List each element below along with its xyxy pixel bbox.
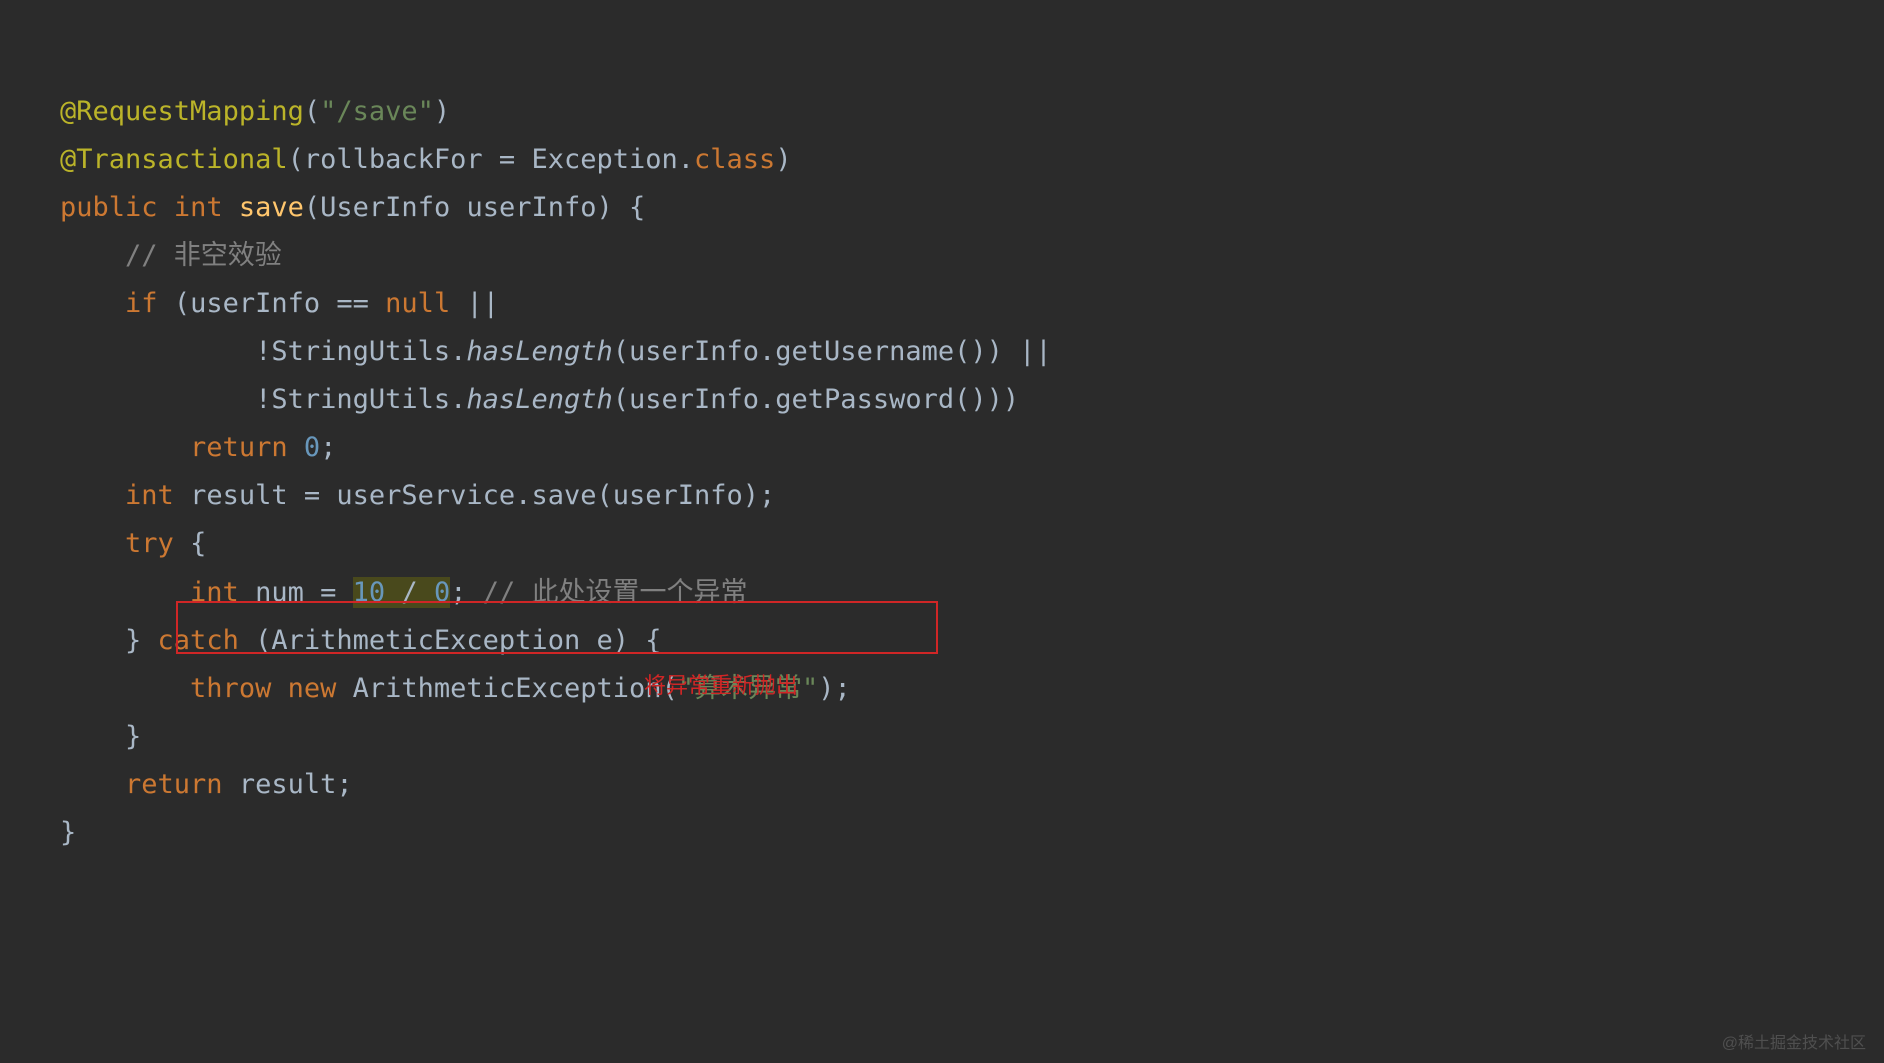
indent	[60, 288, 125, 319]
call-args: (userInfo.getPassword()))	[613, 384, 1019, 415]
close: );	[818, 673, 851, 704]
number: 0	[304, 432, 320, 463]
annotation-note: 将异常重新抛出	[644, 668, 798, 700]
indent	[60, 673, 190, 704]
keyword: return	[190, 432, 288, 463]
dot: .	[450, 384, 466, 415]
indent	[60, 432, 190, 463]
static-method: hasLength	[466, 336, 612, 367]
static-method: hasLength	[466, 384, 612, 415]
keyword: null	[385, 288, 450, 319]
keyword: try	[125, 528, 174, 559]
annotation-name: Transactional	[76, 144, 287, 175]
paren: (	[304, 96, 320, 127]
code-editor-view: @RequestMapping("/save") @Transactional(…	[0, 0, 1884, 897]
keyword: int	[174, 192, 223, 223]
code-line: try {	[60, 528, 206, 559]
space	[369, 288, 385, 319]
indent	[60, 384, 255, 415]
code-line: @RequestMapping("/save")	[60, 96, 450, 127]
indent	[60, 480, 125, 511]
indent	[60, 240, 125, 271]
paren: (	[304, 192, 320, 223]
paren: )	[597, 192, 613, 223]
semi: ;	[320, 432, 336, 463]
code-line: }	[60, 817, 76, 848]
keyword: return	[125, 769, 223, 800]
attr-name: rollbackFor	[304, 144, 483, 175]
brace: }	[125, 721, 141, 752]
code-line: !StringUtils.hasLength(userInfo.getPassw…	[60, 384, 1019, 415]
space	[223, 192, 239, 223]
annotation-at: @	[60, 96, 76, 127]
code-line: public int save(UserInfo userInfo) {	[60, 192, 645, 223]
code-line: // 非空效验	[60, 240, 282, 271]
param-name: userInfo	[466, 192, 596, 223]
class-name: Exception	[531, 144, 677, 175]
annotation-at: @	[60, 144, 76, 175]
method-name: save	[239, 192, 304, 223]
space	[158, 288, 174, 319]
indent	[60, 721, 125, 752]
comment: // 非空效验	[125, 240, 282, 271]
keyword: int	[125, 480, 174, 511]
space	[271, 673, 287, 704]
space	[223, 769, 239, 800]
brace: }	[60, 817, 76, 848]
code-line: if (userInfo == null ||	[60, 288, 499, 319]
space	[158, 192, 174, 223]
code-line: !StringUtils.hasLength(userInfo.getUsern…	[60, 336, 1052, 367]
keyword: public	[60, 192, 158, 223]
brace: {	[174, 528, 207, 559]
paren: )	[775, 144, 791, 175]
code-line: return result;	[60, 769, 353, 800]
param-type: UserInfo	[320, 192, 450, 223]
space	[174, 480, 190, 511]
dot: .	[678, 144, 694, 175]
space	[288, 432, 304, 463]
highlight-box	[176, 601, 938, 654]
keyword: throw	[190, 673, 271, 704]
brace: }	[125, 625, 158, 656]
expr: result = userService.save(userInfo);	[190, 480, 775, 511]
op: ==	[336, 288, 369, 319]
indent	[60, 528, 125, 559]
call-args: (userInfo.getUsername()) ||	[613, 336, 1052, 367]
paren: )	[434, 96, 450, 127]
code-line: }	[60, 721, 141, 752]
ctor-call: ArithmeticException(	[353, 673, 678, 704]
keyword: new	[288, 673, 337, 704]
brace: {	[613, 192, 646, 223]
watermark: @稀土掘金技术社区	[1722, 1029, 1866, 1053]
paren: (	[288, 144, 304, 175]
indent	[60, 336, 255, 367]
string-literal: "/save"	[320, 96, 434, 127]
neg: !	[255, 336, 271, 367]
eq: =	[483, 144, 532, 175]
space	[450, 192, 466, 223]
keyword: if	[125, 288, 158, 319]
expr: result;	[239, 769, 353, 800]
neg: !	[255, 384, 271, 415]
op: ||	[450, 288, 499, 319]
class-ref: StringUtils	[271, 384, 450, 415]
space	[336, 673, 352, 704]
keyword: class	[694, 144, 775, 175]
class-ref: StringUtils	[271, 336, 450, 367]
code-line: return 0;	[60, 432, 336, 463]
expr: userInfo	[190, 288, 336, 319]
code-line: @Transactional(rollbackFor = Exception.c…	[60, 144, 792, 175]
paren: (	[174, 288, 190, 319]
annotation-name: RequestMapping	[76, 96, 304, 127]
dot: .	[450, 336, 466, 367]
code-line: int result = userService.save(userInfo);	[60, 480, 775, 511]
indent	[60, 625, 125, 656]
indent	[60, 577, 190, 608]
indent	[60, 769, 125, 800]
